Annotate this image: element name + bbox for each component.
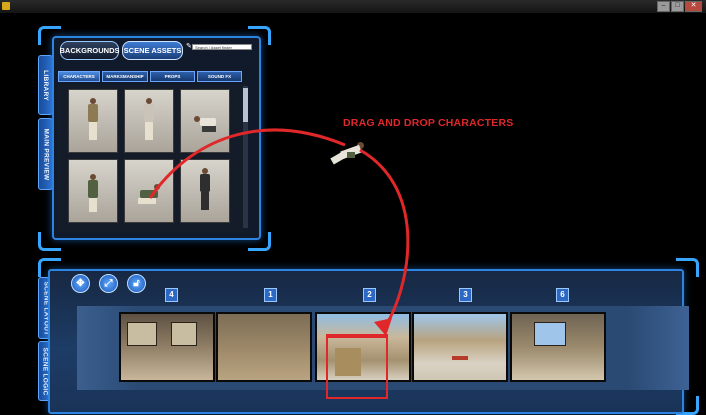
character-thumb[interactable] <box>180 159 230 223</box>
search-input[interactable]: Search / Asset finder <box>192 44 252 50</box>
lock-icon[interactable]: 🔓︎ <box>127 274 146 293</box>
resize-icon[interactable]: ⤢ <box>99 274 118 293</box>
frame-number: 6 <box>556 288 569 302</box>
dragged-character[interactable] <box>327 140 371 170</box>
category-characters[interactable]: CHARACTERS <box>58 71 100 82</box>
maximize-button[interactable]: □ <box>671 1 684 12</box>
frame-number: 1 <box>264 288 277 302</box>
category-marksmanship[interactable]: MARKSMANSHIP <box>102 71 148 82</box>
character-thumb[interactable] <box>180 89 230 153</box>
drop-target-box[interactable] <box>326 336 388 399</box>
tab-main-preview-label: MAIN PREVIEW <box>42 128 49 180</box>
character-thumb[interactable] <box>68 159 118 223</box>
tab-library-label: LIBRARY <box>42 69 49 101</box>
scene-frame-1[interactable] <box>216 312 312 382</box>
pencil-icon: ✎ <box>186 43 192 50</box>
scrollbar-thumb[interactable] <box>243 88 248 122</box>
backgrounds-tab[interactable]: BACKGROUNDS <box>60 41 120 60</box>
category-sound-fx[interactable]: SOUND FX <box>197 71 242 82</box>
scene-frame-4[interactable] <box>119 312 215 382</box>
tab-library[interactable]: LIBRARY <box>38 55 53 115</box>
close-button[interactable]: ✕ <box>685 1 702 12</box>
category-props[interactable]: PROPS <box>150 71 195 82</box>
frame-number: 4 <box>165 288 178 302</box>
scene-assets-tab[interactable]: SCENE ASSETS <box>122 41 183 60</box>
scene-frame-3[interactable] <box>412 312 508 382</box>
frame-number: 3 <box>459 288 472 302</box>
frame-number: 2 <box>363 288 376 302</box>
prop-item <box>452 356 468 360</box>
scene-frame-6[interactable] <box>510 312 606 382</box>
window-titlebar: – □ ✕ <box>0 0 706 13</box>
move-icon[interactable]: ✥ <box>71 274 90 293</box>
character-thumb[interactable] <box>68 89 118 153</box>
character-thumb[interactable] <box>124 89 174 153</box>
tab-main-preview[interactable]: MAIN PREVIEW <box>38 118 53 190</box>
minimize-button[interactable]: – <box>657 1 670 12</box>
character-thumb[interactable] <box>124 159 174 223</box>
drag-drop-instruction: DRAG AND DROP CHARACTERS <box>343 117 514 129</box>
app-icon <box>2 2 10 10</box>
